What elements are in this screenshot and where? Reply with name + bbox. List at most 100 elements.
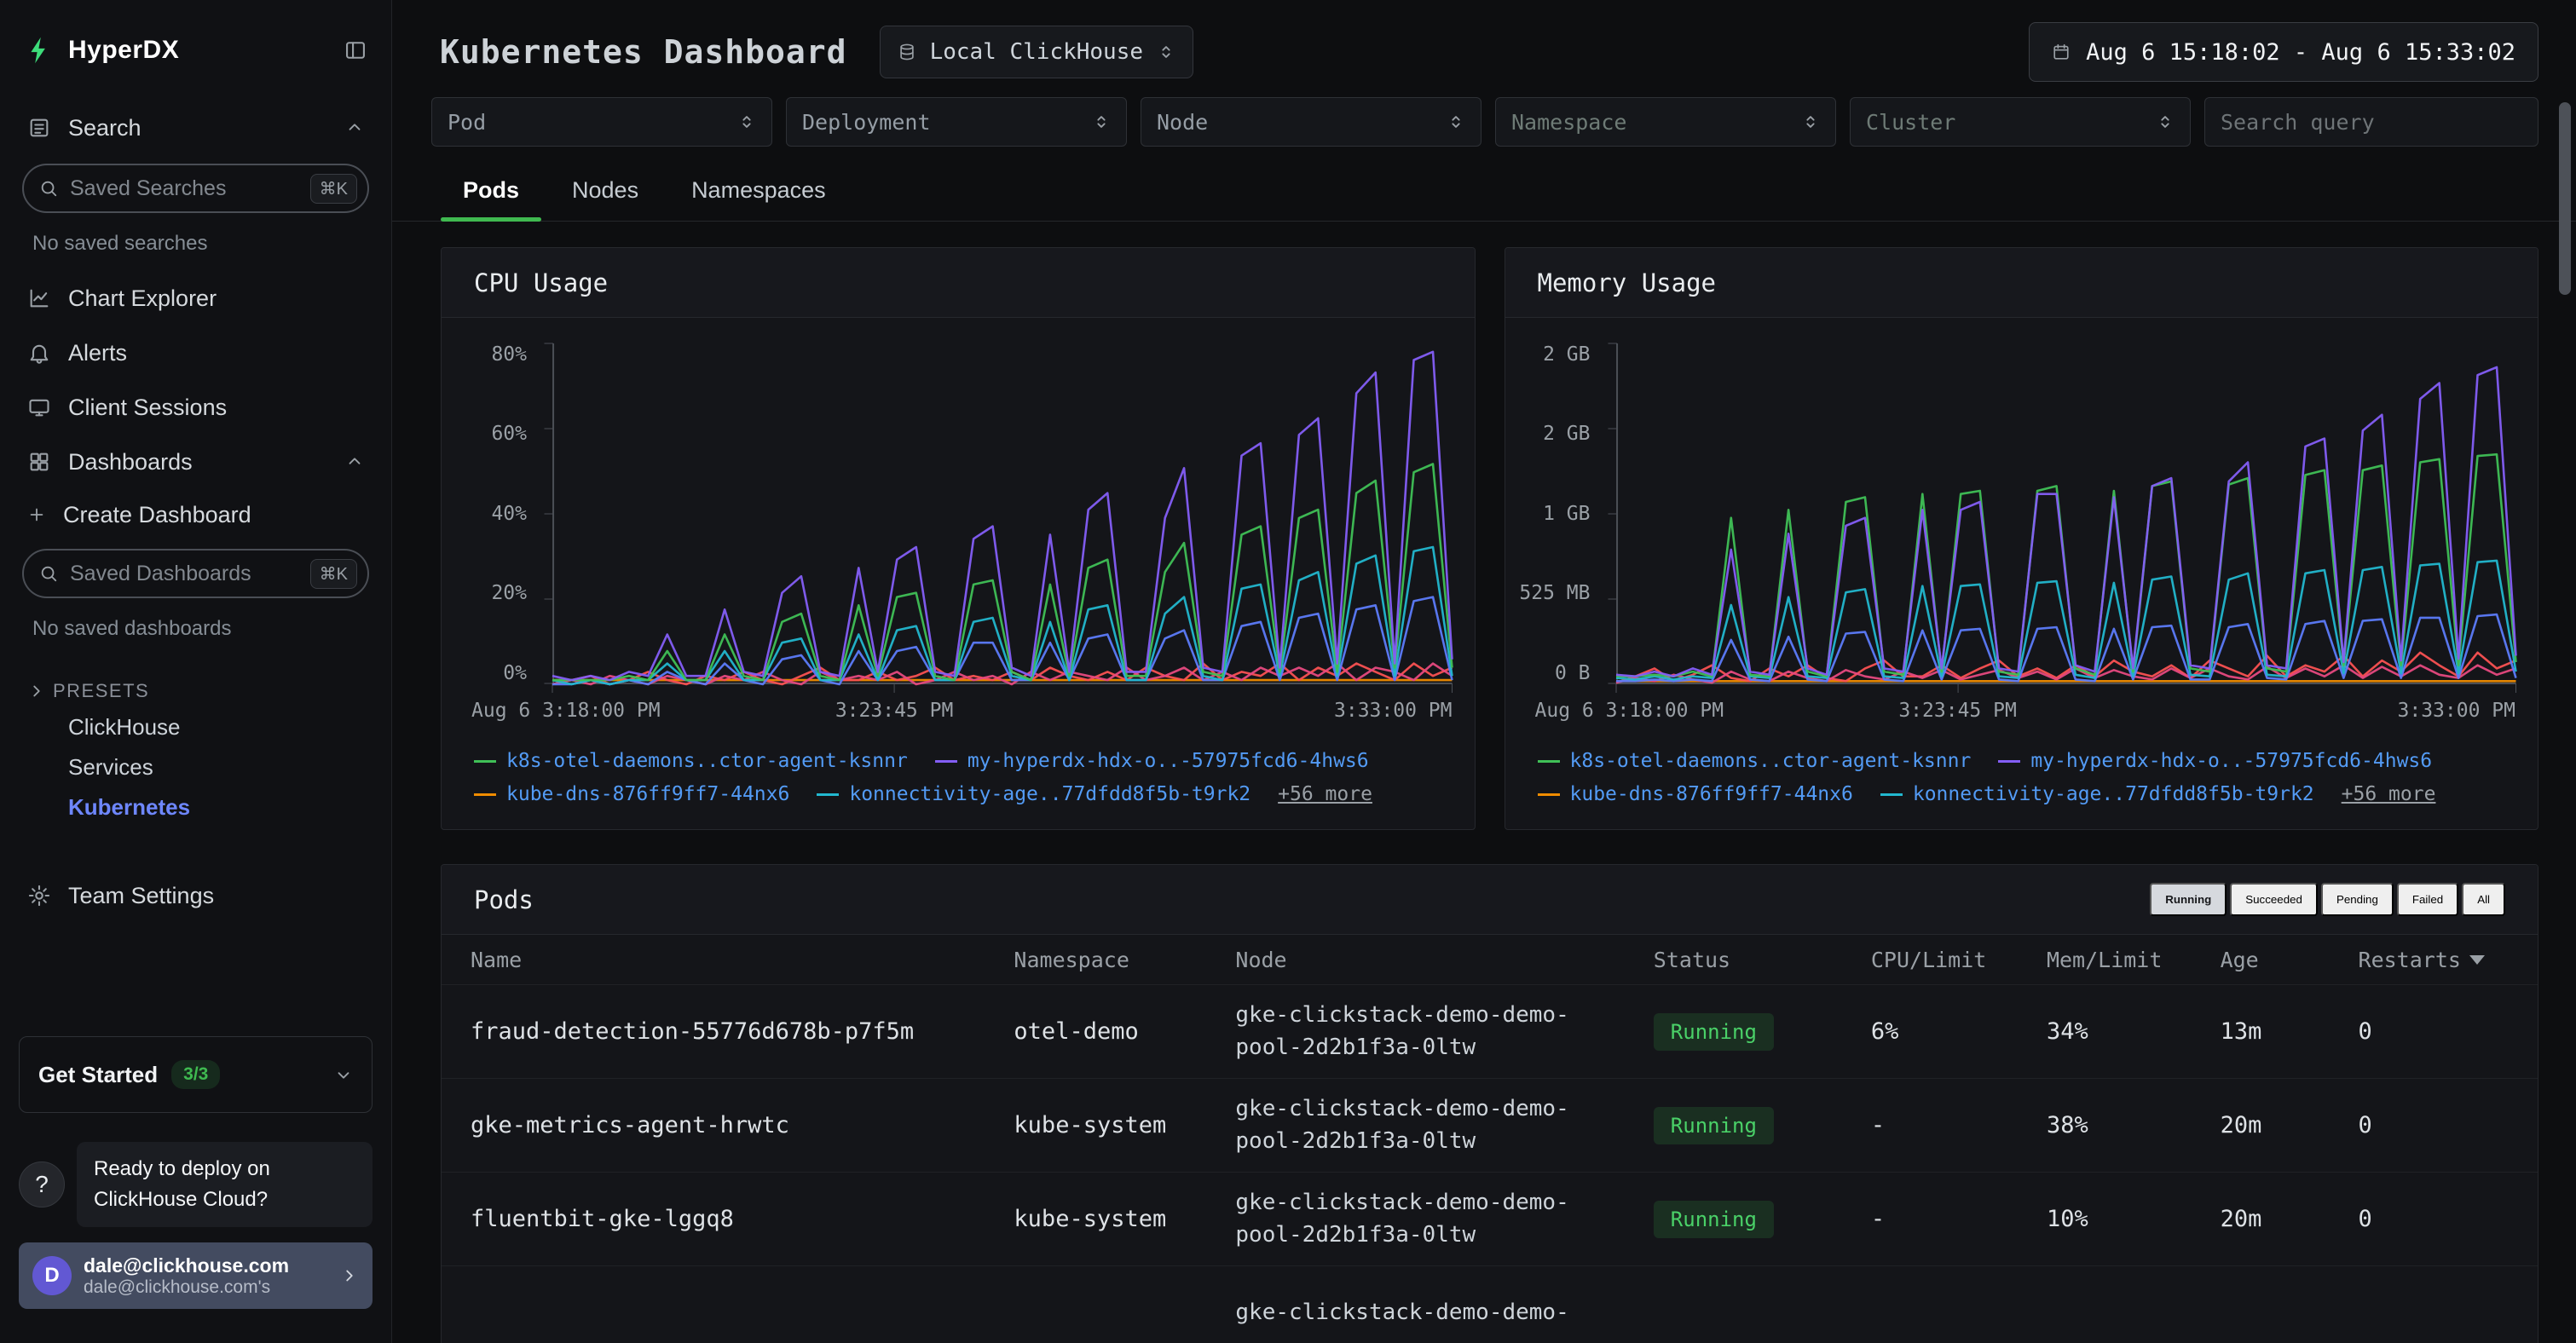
column-header-cpu-limit[interactable]: CPU/Limit (1871, 948, 2038, 972)
memory-chart[interactable]: 2 GB2 GB1 GB525 MB0 B (1505, 343, 2516, 684)
create-dashboard-button[interactable]: Create Dashboard (19, 489, 373, 540)
legend-item-k8s-otel-daemons-ctor-agent-ksnnr[interactable]: k8s-otel-daemons..ctor-agent-ksnnr (474, 750, 908, 772)
y-axis-label: 40% (491, 503, 527, 525)
date-range-picker[interactable]: Aug 6 15:18:02 - Aug 6 15:33:02 (2029, 22, 2538, 82)
chevron-right-icon (340, 1266, 359, 1285)
filter-select-value: Deployment (802, 110, 931, 135)
cpu-usage-panel: CPU Usage 80%60%40%20%0% Aug 6 3:18:00 P… (441, 247, 1476, 830)
node-cell: gke-clickstack-demo-demo-pool-2d2b1f3a-0… (1235, 1000, 1644, 1063)
column-header-status[interactable]: Status (1654, 948, 1863, 972)
sidebar-item-team-settings[interactable]: Team Settings (19, 868, 373, 923)
sidebar-item-label: Client Sessions (68, 395, 227, 421)
scrollbar-thumb[interactable] (2559, 102, 2571, 295)
preset-clickhouse[interactable]: ClickHouse (19, 707, 373, 747)
table-row[interactable]: gke-metrics-agent-hrwtc kube-system gke-cl… (442, 1078, 2538, 1172)
column-header-restarts[interactable]: Restarts (2359, 948, 2509, 972)
status-filter-pending[interactable]: Pending (2321, 883, 2394, 916)
status-filter-all[interactable]: All (2462, 883, 2505, 916)
legend-item-my-hyperdx-hdx-o-57975fcd6-4hws6[interactable]: my-hyperdx-hdx-o..-57975fcd6-4hws6 (1998, 750, 2432, 772)
sidebar-item-alerts[interactable]: Alerts (19, 326, 373, 380)
table-row[interactable]: fluentbit-gke-lggq8kube-systemgke-clicks… (442, 1172, 2538, 1265)
get-started-label: Get Started (38, 1062, 158, 1088)
restarts-cell: 0 (2359, 1018, 2509, 1045)
search-list-icon (27, 116, 51, 140)
column-header-name[interactable]: Name (471, 948, 1005, 972)
sidebar-item-chart-explorer[interactable]: Chart Explorer (19, 271, 373, 326)
cloud-promo-link[interactable]: Ready to deploy on ClickHouse Cloud? (77, 1142, 373, 1227)
legend-item-kube-dns-876ff9ff7-44nx6[interactable]: kube-dns-876ff9ff7-44nx6 (1538, 783, 1853, 805)
saved-dashboards-box[interactable]: ⌘K (22, 549, 369, 598)
namespace-cell: kube-system (1014, 1112, 1227, 1138)
presets-header[interactable]: PRESETS (19, 680, 373, 702)
saved-dashboards-input[interactable] (70, 562, 298, 586)
cloud-promo-line2: ClickHouse Cloud? (94, 1184, 355, 1215)
legend-item-kube-dns-876ff9ff7-44nx6[interactable]: kube-dns-876ff9ff7-44nx6 (474, 783, 789, 805)
chart-legend: k8s-otel-daemons..ctor-agent-ksnnr my-hyp… (442, 732, 1475, 829)
chart-icon (27, 286, 51, 310)
panel-header: Pods RunningSucceededPendingFailedAll (442, 865, 2538, 935)
mem-limit-cell: 10% (2047, 1206, 2212, 1232)
filter-select-cluster[interactable]: Cluster (1850, 97, 2191, 147)
status-filter-succeeded[interactable]: Succeeded (2230, 883, 2318, 916)
preset-kubernetes[interactable]: Kubernetes (19, 787, 373, 827)
user-email: dale@clickhouse.com (84, 1254, 289, 1277)
source-select[interactable]: Local ClickHouse (880, 26, 1193, 78)
sidebar-item-client-sessions[interactable]: Client Sessions (19, 380, 373, 435)
x-axis-label: 3:23:45 PM (835, 700, 953, 722)
tab-pods[interactable]: Pods (441, 167, 541, 221)
status-badge: Running (1654, 1201, 1774, 1238)
search-query-input[interactable] (2221, 110, 2522, 135)
table-body: fraud-detection-55776d678b-p7f5motel-dem… (442, 984, 2538, 1343)
x-axis-label: Aug 6 3:18:00 PM (471, 700, 661, 722)
column-header-mem-limit[interactable]: Mem/Limit (2047, 948, 2212, 972)
get-started-button[interactable]: Get Started 3/3 (19, 1036, 373, 1113)
search-query-box[interactable] (2204, 97, 2538, 147)
legend-more-link[interactable]: +56 more (2342, 783, 2436, 805)
filter-select-pod[interactable]: Pod (431, 97, 772, 147)
calendar-icon (2052, 43, 2071, 61)
legend-dash (1538, 760, 1560, 763)
sidebar-item-search[interactable]: Search (19, 101, 373, 155)
node-cell: gke-clickstack-demo-demo-pool-2d2b1f3a-0… (1235, 1093, 1644, 1157)
column-header-namespace[interactable]: Namespace (1014, 948, 1227, 972)
legend-item-k8s-otel-daemons-ctor-agent-ksnnr[interactable]: k8s-otel-daemons..ctor-agent-ksnnr (1538, 750, 1972, 772)
sidebar-item-dashboards[interactable]: Dashboards (19, 435, 373, 489)
presets-label: PRESETS (53, 680, 149, 702)
cpu-chart[interactable]: 80%60%40%20%0% (442, 343, 1453, 684)
legend-label: my-hyperdx-hdx-o..-57975fcd6-4hws6 (967, 750, 1369, 772)
saved-searches-input[interactable] (70, 176, 298, 201)
node-line: gke-clickstack-demo-demo- (1235, 1093, 1644, 1126)
saved-searches-box[interactable]: ⌘K (22, 164, 369, 213)
tab-nodes[interactable]: Nodes (550, 167, 661, 221)
user-menu[interactable]: D dale@clickhouse.com dale@clickhouse.co… (19, 1242, 373, 1309)
legend-label: kube-dns-876ff9ff7-44nx6 (1570, 783, 1853, 805)
preset-services[interactable]: Services (19, 747, 373, 787)
search-icon (39, 179, 58, 198)
memory-usage-panel: Memory Usage 2 GB2 GB1 GB525 MB0 B Aug 6… (1505, 247, 2539, 830)
node-line: gke-clickstack-demo-demo- (1235, 1297, 1644, 1329)
help-button[interactable]: ? (19, 1161, 65, 1208)
status-filter-running[interactable]: Running (2150, 883, 2227, 916)
filter-select-node[interactable]: Node (1141, 97, 1481, 147)
tab-namespaces[interactable]: Namespaces (669, 167, 848, 221)
charts-row: CPU Usage 80%60%40%20%0% Aug 6 3:18:00 P… (441, 247, 2538, 830)
table-row[interactable]: fraud-detection-55776d678b-p7f5motel-dem… (442, 984, 2538, 1078)
status-filter-failed[interactable]: Failed (2397, 883, 2458, 916)
legend-item-my-hyperdx-hdx-o-57975fcd6-4hws6[interactable]: my-hyperdx-hdx-o..-57975fcd6-4hws6 (935, 750, 1369, 772)
legend-more-link[interactable]: +56 more (1278, 783, 1372, 805)
column-header-age[interactable]: Age (2221, 948, 2350, 972)
collapse-sidebar-icon[interactable] (344, 38, 367, 62)
chart-legend: k8s-otel-daemons..ctor-agent-ksnnr my-hyp… (1505, 732, 2538, 829)
pod-name-cell: gke-metrics-agent-hrwtc (471, 1112, 1005, 1138)
filter-select-namespace[interactable]: Namespace (1495, 97, 1836, 147)
table-row[interactable]: gke-clickstack-demo-demo- (442, 1265, 2538, 1343)
legend-item-konnectivity-age-77dfdd8f5b-t9rk2[interactable]: konnectivity-age..77dfdd8f5b-t9rk2 (1880, 783, 2314, 805)
legend-item-konnectivity-age-77dfdd8f5b-t9rk2[interactable]: konnectivity-age..77dfdd8f5b-t9rk2 (817, 783, 1250, 805)
filter-select-deployment[interactable]: Deployment (786, 97, 1127, 147)
sidebar-item-label: Search (68, 115, 142, 141)
gear-icon (27, 884, 51, 908)
column-header-node[interactable]: Node (1235, 948, 1644, 972)
restarts-cell: 0 (2359, 1206, 2509, 1232)
node-line: gke-clickstack-demo-demo- (1235, 1187, 1644, 1219)
sidebar: HyperDX Search ⌘K No saved searches Char… (0, 0, 392, 1343)
